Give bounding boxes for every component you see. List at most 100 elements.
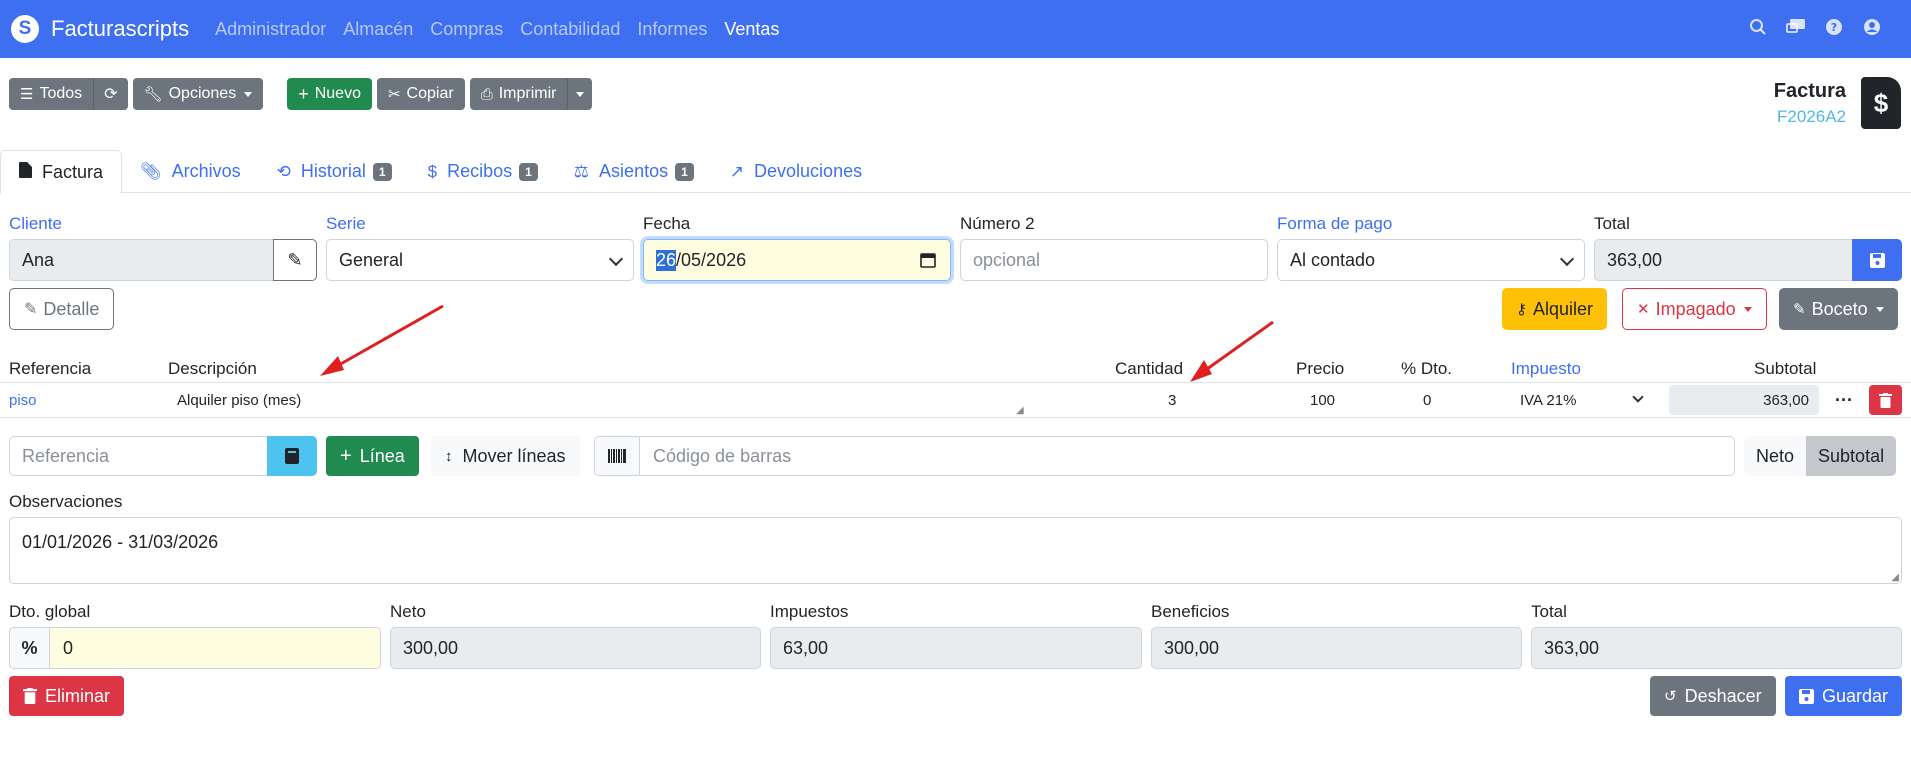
- nav-compras[interactable]: Compras: [430, 19, 503, 40]
- document-code[interactable]: F2026A2: [1774, 107, 1846, 127]
- fecha-input[interactable]: 26/05/2026: [643, 239, 951, 281]
- tab-historial[interactable]: ⟲ Historial 1: [259, 150, 410, 193]
- total-label: Total: [1594, 214, 1630, 233]
- imprimir-dropdown-button[interactable]: [567, 78, 593, 110]
- dto-global-value: 0: [63, 637, 74, 658]
- observaciones-label: Observaciones: [9, 492, 123, 511]
- tab-recibos[interactable]: $ Recibos 1: [410, 150, 556, 193]
- brand[interactable]: S Facturascripts: [11, 15, 189, 43]
- paperclip-icon: 📎︎: [140, 161, 162, 181]
- opciones-button[interactable]: 🔧︎ Opciones: [132, 78, 264, 110]
- tab-asientos[interactable]: ⚖ Asientos 1: [556, 150, 712, 193]
- plus-icon: +: [298, 83, 309, 104]
- save-total-button[interactable]: [1852, 239, 1902, 281]
- impuestos-label: Impuestos: [770, 602, 849, 621]
- col-dto: % Dto.: [1401, 359, 1453, 378]
- nav-menu: Administrador Almacén Compras Contabilid…: [215, 19, 796, 40]
- total-input: 363,00: [1594, 239, 1902, 281]
- nav-informes[interactable]: Informes: [637, 19, 707, 40]
- neto-toggle-button[interactable]: Neto: [1744, 436, 1807, 476]
- undo-icon: ↺: [1664, 688, 1677, 705]
- detalle-button[interactable]: ✎ Detalle: [9, 288, 115, 330]
- nuevo-button[interactable]: + Nuevo: [287, 78, 372, 110]
- plus-icon: +: [340, 444, 352, 467]
- edit-cliente-button[interactable]: ✎: [273, 239, 317, 281]
- grand-total-value: 363,00: [1544, 637, 1600, 658]
- col-impuesto[interactable]: Impuesto: [1511, 359, 1581, 379]
- forma-pago-label[interactable]: Forma de pago: [1277, 214, 1585, 233]
- row-referencia-link[interactable]: piso: [9, 392, 37, 409]
- mover-lineas-button[interactable]: ↕ Mover líneas: [431, 436, 580, 476]
- tab-factura[interactable]: Factura: [0, 150, 123, 194]
- alquiler-button[interactable]: ⚷ Alquiler: [1502, 288, 1608, 330]
- cliente-input[interactable]: Ana ✎: [9, 239, 317, 281]
- serie-select[interactable]: General: [326, 239, 634, 281]
- subtotal-toggle-button[interactable]: Subtotal: [1806, 436, 1897, 476]
- tab-devoluciones[interactable]: ↗ Devoluciones: [712, 150, 880, 193]
- toolbar: ☰ Todos ⟳ 🔧︎ Opciones + Nuevo ✂ Copiar ⎙…: [9, 78, 593, 110]
- chat-icon[interactable]: [1785, 16, 1807, 38]
- row-descripcion-input[interactable]: Alquiler piso (mes): [177, 392, 301, 409]
- beneficios-input: 300,00: [1151, 627, 1522, 669]
- times-icon: ✕: [1637, 301, 1650, 318]
- brand-logo-icon: S: [11, 15, 39, 43]
- user-icon[interactable]: [1861, 16, 1883, 38]
- catalog-button[interactable]: [267, 436, 317, 476]
- grand-total-label: Total: [1531, 602, 1567, 621]
- boceto-label: Boceto: [1811, 298, 1868, 319]
- row-dto-input[interactable]: 0: [1423, 392, 1431, 409]
- row-impuesto-select[interactable]: IVA 21%: [1520, 392, 1576, 409]
- row-precio-input[interactable]: 100: [1310, 392, 1335, 409]
- add-linea-button[interactable]: + Línea: [326, 436, 419, 476]
- eliminar-button[interactable]: Eliminar: [9, 676, 125, 716]
- forma-pago-value: Al contado: [1290, 249, 1376, 270]
- beneficios-label: Beneficios: [1151, 602, 1230, 621]
- deshacer-button[interactable]: ↺ Deshacer: [1650, 676, 1776, 716]
- referencia-input[interactable]: Referencia: [9, 436, 317, 476]
- observaciones-textarea[interactable]: 01/01/2026 - 31/03/2026 ◢: [9, 517, 1902, 584]
- tab-archivos[interactable]: 📎︎ Archivos: [122, 150, 259, 193]
- nav-almacen[interactable]: Almacén: [343, 19, 413, 40]
- dto-global-field: Dto. global % 0: [9, 602, 381, 669]
- serie-label[interactable]: Serie: [326, 214, 634, 233]
- guardar-button[interactable]: Guardar: [1785, 676, 1903, 716]
- pencil-icon: ✎: [287, 249, 303, 270]
- barcode-input[interactable]: Código de barras: [594, 436, 1735, 476]
- boceto-button[interactable]: ✎ Boceto: [1779, 288, 1898, 330]
- row-cantidad-input[interactable]: 3: [1168, 392, 1176, 409]
- todos-button[interactable]: ☰ Todos: [9, 78, 94, 110]
- calendar-icon[interactable]: [920, 252, 936, 273]
- trash-icon: [23, 688, 37, 704]
- chevron-down-icon: [1632, 391, 1644, 403]
- impagado-button[interactable]: ✕ Impagado: [1622, 288, 1767, 330]
- beneficios-field: Beneficios 300,00: [1151, 602, 1522, 669]
- referencia-placeholder: Referencia: [22, 445, 110, 466]
- document-type: Factura: [1773, 80, 1846, 102]
- search-icon[interactable]: [1747, 16, 1769, 38]
- barcode-placeholder: Código de barras: [653, 445, 792, 466]
- nav-ventas[interactable]: Ventas: [724, 19, 779, 40]
- impuestos-input: 63,00: [770, 627, 1142, 669]
- caret-down-icon: [244, 91, 253, 97]
- dto-global-input[interactable]: % 0: [9, 627, 381, 669]
- nav-contabilidad[interactable]: Contabilidad: [520, 19, 620, 40]
- caret-down-icon: [1743, 306, 1752, 312]
- refresh-button[interactable]: ⟳: [93, 78, 128, 110]
- document-header: Factura F2026A2: [1774, 80, 1846, 127]
- row-delete-button[interactable]: [1869, 385, 1902, 415]
- invoice-dollar-icon: $: [1861, 77, 1901, 129]
- cliente-value: Ana: [22, 249, 55, 270]
- edit-icon: ✎: [24, 301, 38, 318]
- trash-icon: [1879, 392, 1892, 408]
- copiar-button[interactable]: ✂ Copiar: [376, 78, 465, 110]
- cliente-label[interactable]: Cliente: [9, 214, 317, 233]
- nav-administrador[interactable]: Administrador: [215, 19, 326, 40]
- resize-handle-icon[interactable]: ◢: [1016, 405, 1024, 416]
- forma-pago-select[interactable]: Al contado: [1277, 239, 1585, 281]
- count-badge: 1: [519, 162, 538, 181]
- numero2-input[interactable]: opcional: [960, 239, 1268, 281]
- row-more-button[interactable]: ···: [1828, 385, 1860, 415]
- imprimir-button[interactable]: ⎙ Imprimir: [469, 78, 568, 110]
- resize-handle-icon[interactable]: ◢: [1891, 572, 1899, 583]
- help-icon[interactable]: ?: [1823, 16, 1845, 38]
